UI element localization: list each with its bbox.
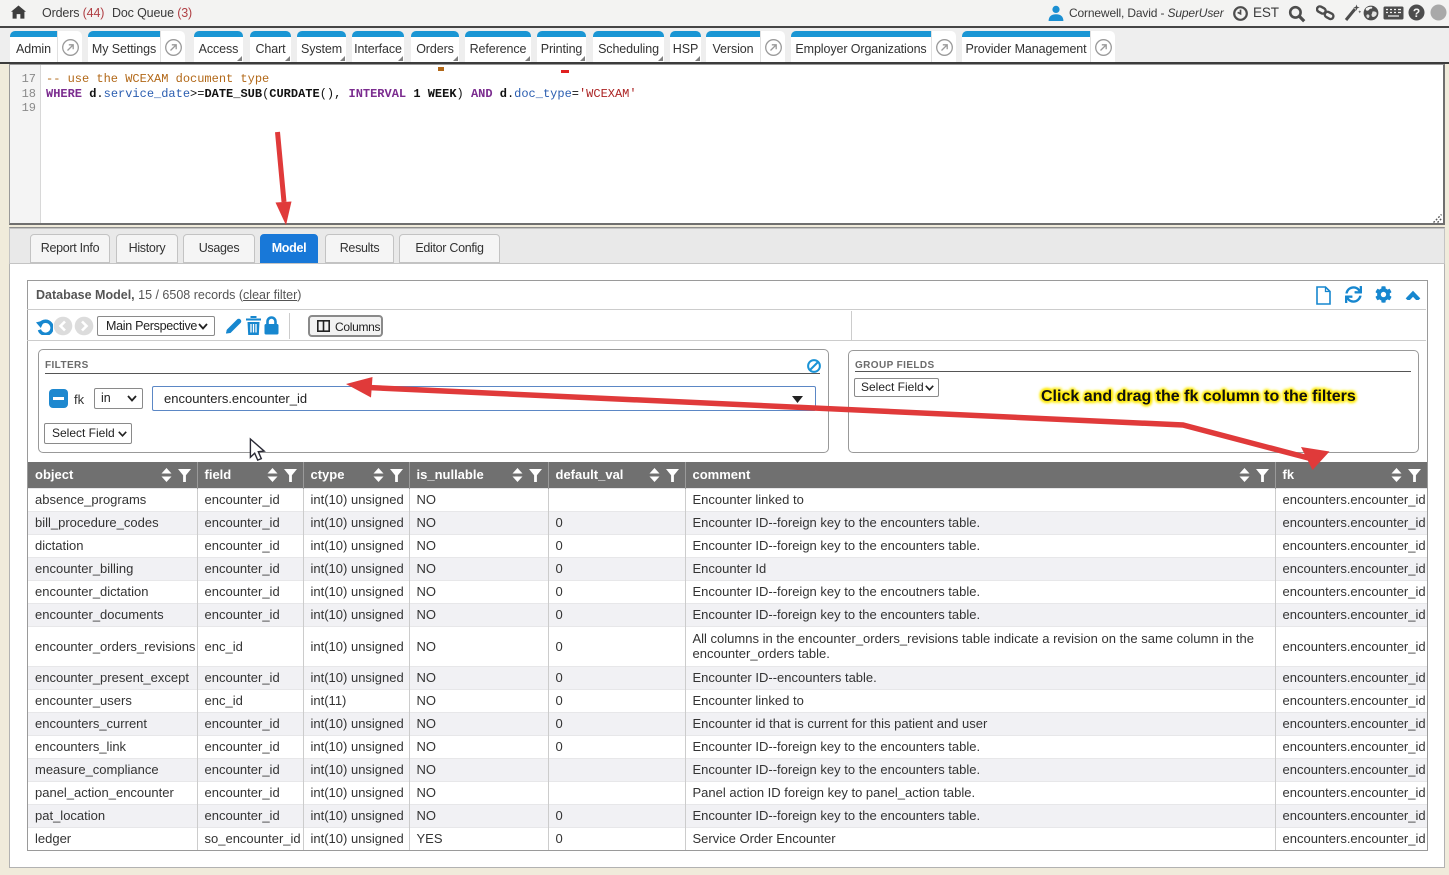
svg-text:?: ?: [1413, 6, 1420, 20]
